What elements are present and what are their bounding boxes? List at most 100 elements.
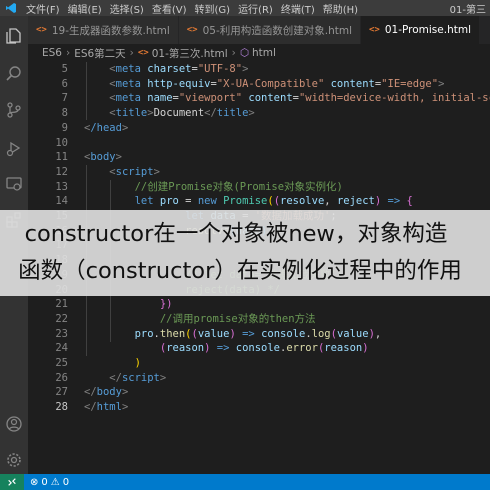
- code-line[interactable]: 12 <script>: [28, 165, 490, 180]
- source-control-icon[interactable]: [0, 96, 28, 124]
- line-number: 12: [55, 165, 68, 178]
- explorer-icon[interactable]: [0, 22, 28, 50]
- error-icon: ⊗: [30, 476, 39, 488]
- code-token: resolve: [280, 195, 325, 208]
- code-line[interactable]: 10: [28, 136, 490, 151]
- menu-bar: 文件(F) 编辑(E) 选择(S) 查看(V) 转到(G) 运行(R) 终端(T…: [0, 0, 490, 16]
- settings-gear-icon[interactable]: [0, 446, 28, 474]
- line-number: 27: [55, 386, 68, 399]
- line-number: 8: [61, 107, 68, 120]
- problems-indicator[interactable]: ⊗ 0 ⚠ 0: [30, 477, 69, 488]
- code-token: =: [185, 195, 198, 208]
- code-line[interactable]: 22 //调用promise对象的then方法: [28, 312, 490, 327]
- remote-explorer-icon[interactable]: [0, 170, 28, 198]
- breadcrumb-item[interactable]: ES6第二天: [74, 46, 125, 61]
- line-number: 25: [55, 357, 68, 369]
- code-line[interactable]: 13 //创建Promise对象(Promise对象实例化): [28, 180, 490, 195]
- line-number: 10: [55, 136, 68, 149]
- code-line[interactable]: 28 </html>: [28, 400, 490, 415]
- menu-help[interactable]: 帮助(H): [319, 1, 362, 16]
- caption-line-1: constructor在一个对象被new，对象构造: [24, 221, 448, 247]
- code-token: ): [134, 357, 141, 369]
- code-line[interactable]: 23 pro.then((value) => console.log(value…: [28, 327, 490, 342]
- line-number: 9: [61, 121, 68, 134]
- code-text: //调用promise对象的then方法: [84, 312, 316, 327]
- code-line[interactable]: 5 <meta charset="UTF-8">: [28, 62, 490, 77]
- code-token: =>: [210, 342, 236, 355]
- code-line[interactable]: 21 }): [28, 297, 490, 312]
- code-token: </: [109, 371, 122, 384]
- line-number: 23: [55, 327, 68, 340]
- code-line[interactable]: 27 </body>: [28, 385, 490, 400]
- code-token: >: [153, 165, 160, 178]
- tab-promise[interactable]: <> 01-Promise.html: [361, 16, 480, 44]
- code-token: then: [159, 327, 186, 340]
- code-line[interactable]: 7 <meta name="viewport" content="width=d…: [28, 91, 490, 106]
- code-text: <meta charset="UTF-8">: [84, 62, 248, 77]
- breadcrumb-item[interactable]: ES6: [42, 47, 62, 59]
- breadcrumb-item[interactable]: 01-第三次.html: [152, 46, 228, 61]
- tab-generator-params[interactable]: <> 19-生成器函数参数.html: [28, 16, 179, 44]
- code-token: >: [242, 63, 249, 75]
- code-line[interactable]: 25 ): [28, 356, 490, 371]
- code-text: //创建Promise对象(Promise对象实例化): [84, 180, 343, 195]
- account-icon[interactable]: [0, 410, 28, 438]
- code-token: =>: [235, 327, 262, 340]
- line-number: 6: [61, 77, 68, 90]
- line-number: 24: [55, 342, 68, 355]
- menu-file[interactable]: 文件(F): [22, 1, 64, 16]
- line-number: 11: [55, 151, 68, 164]
- code-line[interactable]: 14 let pro = new Promise((resolve, rejec…: [28, 194, 490, 209]
- html-file-icon: <>: [36, 25, 47, 35]
- line-number: 13: [55, 180, 68, 193]
- chevron-right-icon: ›: [129, 47, 134, 59]
- tab-constructor-object[interactable]: <> 05-利用构造函数创建对象.html: [178, 16, 361, 44]
- menu-edit[interactable]: 编辑(E): [64, 1, 106, 16]
- code-line[interactable]: 24 (reason) => console.error(reason): [28, 341, 490, 356]
- symbol-element-icon: ⬡: [239, 47, 249, 59]
- code-token: meta: [115, 63, 141, 75]
- code-line[interactable]: 9 </head>: [28, 121, 490, 136]
- menu-go[interactable]: 转到(G): [191, 1, 235, 16]
- code-line[interactable]: 26 </script>: [28, 371, 490, 386]
- code-line[interactable]: 6 <meta http-equiv="X-UA-Compatible" con…: [28, 77, 490, 92]
- line-number: 28: [55, 401, 68, 414]
- breadcrumb-item[interactable]: html: [252, 47, 276, 59]
- code-text: </script>: [84, 371, 166, 386]
- code-line[interactable]: 8 <title>Document</title>: [28, 106, 490, 121]
- code-token: value: [197, 327, 230, 340]
- vscode-logo-icon: [0, 0, 22, 16]
- line-number: 5: [61, 63, 68, 75]
- code-token: >: [121, 386, 129, 399]
- menu-run[interactable]: 运行(R): [234, 1, 277, 16]
- code-token: name: [140, 92, 173, 105]
- code-token: body: [96, 386, 122, 399]
- html-file-icon: <>: [137, 48, 149, 58]
- run-debug-icon[interactable]: [0, 134, 28, 162]
- menu-selection[interactable]: 选择(S): [106, 1, 148, 16]
- code-line[interactable]: 11 <body>: [28, 150, 490, 165]
- line-number: 22: [55, 312, 68, 325]
- code-token: html: [96, 401, 122, 414]
- breadcrumb: ES6 › ES6第二天 › <> 01-第三次.html › ⬡ html: [28, 44, 490, 62]
- code-token: reason: [324, 342, 363, 355]
- menu-terminal[interactable]: 终端(T): [277, 1, 319, 16]
- menu-view[interactable]: 查看(V): [148, 1, 191, 16]
- line-number: 7: [61, 92, 68, 105]
- code-token: title: [115, 107, 148, 120]
- tab-label: 19-生成器函数参数.html: [51, 24, 170, 37]
- remote-indicator-icon[interactable]: [0, 474, 24, 490]
- code-text: <body>: [84, 150, 122, 165]
- search-icon[interactable]: [0, 60, 28, 88]
- code-text: <title>Document</title>: [84, 106, 254, 121]
- code-token: value: [336, 327, 369, 340]
- code-token: pro: [134, 327, 154, 340]
- error-count: 0: [41, 476, 48, 488]
